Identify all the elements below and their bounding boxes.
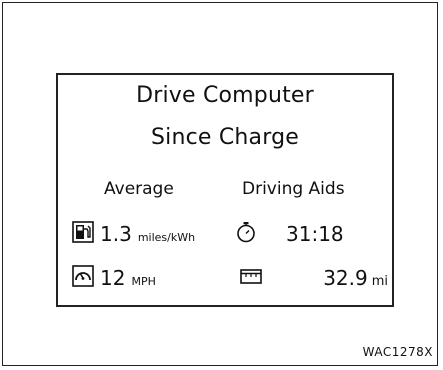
- average-header: Average: [104, 179, 174, 199]
- time-value: 31:18: [286, 222, 344, 246]
- efficiency-value: 1.3: [100, 222, 132, 246]
- odometer-icon: [240, 269, 262, 284]
- stopwatch-icon: [237, 222, 255, 243]
- screen-subtitle: Since Charge: [151, 125, 299, 150]
- driving-aids-header: Driving Aids: [242, 179, 345, 199]
- speed-unit: MPH: [131, 275, 156, 288]
- efficiency-reading: 1.3 miles/kWh: [100, 222, 195, 246]
- speedometer-icon: [72, 265, 94, 287]
- screen-title: Drive Computer: [136, 83, 314, 108]
- distance-value: 32.9: [323, 266, 368, 290]
- distance-reading: 32.9 mi: [323, 266, 388, 290]
- figure-code: WAC1278X: [362, 345, 433, 359]
- distance-unit: mi: [371, 274, 388, 289]
- time-reading: 31:18: [286, 222, 344, 246]
- figure-frame: Drive Computer Since Charge Average Driv…: [2, 2, 438, 366]
- speed-value: 12: [100, 266, 126, 290]
- efficiency-unit: miles/kWh: [137, 231, 196, 244]
- fuel-pump-icon: [72, 221, 94, 243]
- drive-computer-screen: Drive Computer Since Charge Average Driv…: [56, 73, 394, 307]
- speed-reading: 12 MPH: [100, 266, 156, 290]
